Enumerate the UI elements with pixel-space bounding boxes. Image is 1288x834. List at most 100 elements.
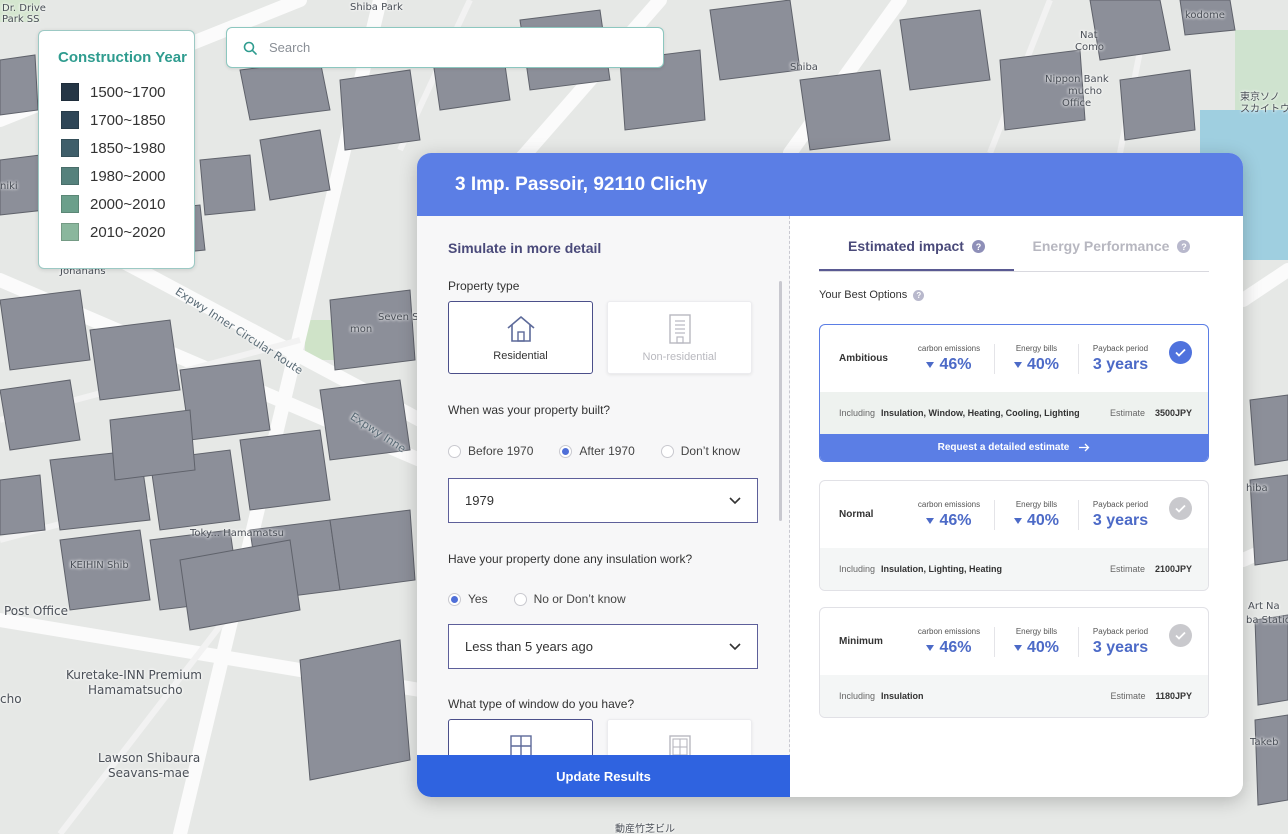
radio-dont-know[interactable]: Don’t know — [660, 444, 740, 458]
option-summary: Minimum carbon emissions 46% Energy bills 40… — [820, 608, 1208, 675]
tab-energy-performance[interactable]: Energy Performance ? — [1014, 236, 1209, 271]
house-icon — [506, 315, 535, 342]
legend-label: 1500~1700 — [90, 83, 166, 101]
request-estimate-button[interactable]: Request a detailed estimate — [820, 434, 1208, 461]
map-label: mucho — [1068, 86, 1103, 97]
legend-swatch — [61, 195, 79, 213]
checkmark-icon[interactable] — [1169, 341, 1192, 364]
best-options-label: Your Best Options — [819, 289, 908, 301]
help-icon[interactable]: ? — [971, 240, 985, 253]
metric-value: 40% — [1013, 355, 1060, 374]
help-icon[interactable]: ? — [913, 289, 925, 301]
metric-label: carbon emissions — [917, 499, 981, 509]
metric-number: 40% — [1026, 355, 1060, 373]
map-label: Dr. Drive — [2, 3, 46, 14]
option-card-minimum[interactable]: Minimum carbon emissions 46% Energy bills 40… — [819, 607, 1209, 718]
metric-number: 3 years — [1092, 355, 1149, 373]
metric-number: 46% — [939, 355, 972, 373]
legend-item: 1980~2000 — [61, 162, 194, 190]
metric-value: 46% — [926, 638, 972, 657]
metric-payback: Payback period 3 years — [1078, 626, 1162, 657]
down-triangle-icon — [926, 644, 935, 651]
property-type-options: Residential Non-residential — [448, 301, 790, 374]
select-value: 1979 — [465, 493, 494, 508]
map-label: Post Office — [4, 604, 68, 618]
including-label: Including — [839, 408, 876, 418]
radio-label: Before 1970 — [468, 444, 534, 458]
map-label: Nippon Bank — [1045, 74, 1109, 85]
down-triangle-icon — [926, 361, 935, 368]
map-label: kodome — [1185, 10, 1225, 21]
built-question: When was your property built? — [448, 403, 611, 417]
legend-item: 1700~1850 — [61, 106, 194, 134]
metric-label: Payback period — [1092, 343, 1149, 353]
search-bar[interactable] — [226, 27, 664, 68]
radio-label: After 1970 — [579, 444, 635, 458]
legend-title: Construction Year — [58, 49, 187, 66]
window-question: What type of window do you have? — [448, 697, 635, 711]
radio-yes[interactable]: Yes — [448, 592, 488, 606]
legend-item: 1850~1980 — [61, 134, 194, 162]
radio-no-or-dont-know[interactable]: No or Don’t know — [513, 592, 626, 606]
radio-before-1970[interactable]: Before 1970 — [448, 444, 533, 458]
checkmark-icon[interactable] — [1169, 497, 1192, 520]
metric-label: carbon emissions — [917, 343, 981, 353]
section-title: Simulate in more detail — [448, 240, 602, 256]
metric-bills: Energy bills 40% — [994, 499, 1078, 530]
option-card-ambitious[interactable]: Ambitious carbon emissions 46% Energy bills… — [819, 324, 1209, 462]
tab-label: Estimated impact — [848, 238, 964, 254]
metric-number: 40% — [1026, 511, 1060, 529]
option-summary: Ambitious carbon emissions 46% Energy bills… — [820, 325, 1208, 392]
property-type-non-residential[interactable]: Non-residential — [607, 301, 752, 374]
checkmark-icon[interactable] — [1169, 624, 1192, 647]
search-input[interactable] — [269, 40, 629, 55]
window-type-option[interactable] — [448, 719, 593, 755]
option-card-normal[interactable]: Normal carbon emissions 46% Energy bills 40%… — [819, 480, 1209, 591]
tab-estimated-impact[interactable]: Estimated impact ? — [819, 236, 1014, 271]
insulation-when-select[interactable]: Less than 5 years ago — [448, 624, 758, 669]
radio-dot-selected — [448, 592, 461, 606]
map-label: Shiba — [790, 62, 818, 73]
legend-label: 1700~1850 — [90, 111, 166, 129]
radio-label: No or Don’t know — [533, 592, 626, 606]
map-label: Art Na — [1248, 601, 1280, 612]
chevron-down-icon — [729, 642, 741, 650]
search-icon — [243, 41, 257, 55]
option-summary: Normal carbon emissions 46% Energy bills 40%… — [820, 481, 1208, 548]
option-details: Including Insulation Estimate 1180JPY — [820, 675, 1208, 717]
down-triangle-icon — [926, 517, 935, 524]
radio-dot — [513, 592, 527, 606]
insulation-radio-group: Yes No or Don’t know — [448, 592, 790, 606]
map-label: Lawson Shibaura — [98, 751, 201, 765]
metric-carbon: carbon emissions 46% — [904, 627, 994, 657]
including-value: Insulation — [881, 691, 924, 701]
estimate-value: 1180JPY — [1155, 691, 1192, 701]
map-label: hiba — [1246, 483, 1268, 494]
window-icon — [668, 735, 691, 755]
metric-value: 3 years — [1093, 356, 1148, 374]
property-address: 3 Imp. Passoir, 92110 Clichy — [455, 173, 708, 195]
map-label: Office — [1062, 98, 1092, 109]
built-year-select[interactable]: 1979 — [448, 478, 758, 523]
estimate-value: 3500JPY — [1154, 408, 1192, 418]
window-type-options — [448, 719, 790, 755]
option-name: Ambitious — [839, 353, 888, 364]
construction-year-legend: Construction Year 1500~1700 1700~1850 18… — [38, 30, 195, 269]
property-type-residential[interactable]: Residential — [448, 301, 593, 374]
option-name: Normal — [839, 509, 874, 520]
map-label: Nat — [1080, 30, 1098, 41]
form-scroll-area[interactable]: Simulate in more detail Property type Re… — [417, 216, 790, 755]
map-label: Kuretake-INN Premium — [66, 668, 202, 682]
property-type-label: Property type — [448, 279, 520, 293]
update-results-button[interactable]: Update Results — [417, 755, 790, 797]
office-building-icon — [668, 313, 691, 344]
help-icon[interactable]: ? — [1177, 240, 1191, 253]
metric-label: Payback period — [1092, 626, 1149, 636]
metric-number: 46% — [939, 638, 972, 656]
scrollbar-thumb[interactable] — [779, 281, 782, 521]
radio-after-1970[interactable]: After 1970 — [559, 444, 635, 458]
map-label: Toky... Hamamatsu — [190, 528, 285, 539]
metric-number: 3 years — [1092, 511, 1149, 529]
radio-dot — [448, 444, 461, 458]
window-type-option[interactable] — [607, 719, 752, 755]
